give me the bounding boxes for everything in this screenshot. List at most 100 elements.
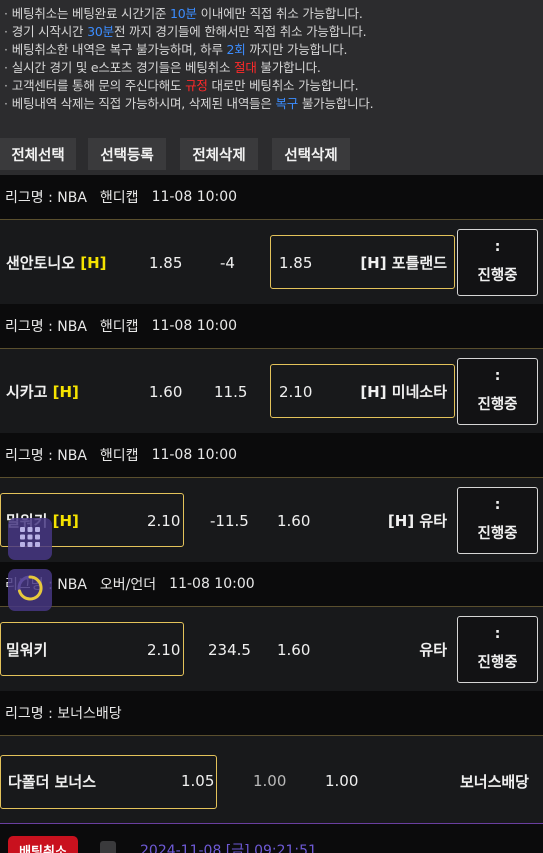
market-type: 핸디캡 <box>99 319 139 335</box>
game-time: 11-08 10:00 <box>151 189 238 205</box>
handicap-line: -4 <box>220 253 235 272</box>
footer-bar: 배팅취소 2024-11-08 [금] 09:21:51 <box>0 823 543 853</box>
away-team[interactable]: [H] 미네소타 <box>360 349 447 434</box>
notice-text: 불가합니다. <box>256 60 321 75</box>
away-odds[interactable]: 1.85 <box>279 220 312 305</box>
home-odds[interactable]: 1.60 <box>149 349 182 434</box>
bet-list: 리그명 : NBA 핸디캡 11-08 10:00 샌안토니오 [H] 1.85… <box>0 175 543 825</box>
bet-datetime: 2024-11-08 [금] 09:21:51 <box>140 843 317 853</box>
notice-text: 실시간 경기 및 e스포츠 경기들은 베팅취소 <box>11 60 235 75</box>
league-name: 리그명 : 보너스배당 <box>5 706 122 722</box>
notice-line: · 베팅취소는 베팅완료 시간기준 10분 이내에만 직접 취소 가능합니다. <box>4 5 543 23</box>
status-button[interactable]: : 진행중 <box>457 229 538 296</box>
notice-text: 이내에만 직접 취소 가능합니다. <box>196 6 363 21</box>
game-time: 11-08 10:00 <box>151 318 238 334</box>
bonus-line: 1.00 <box>253 772 287 790</box>
away-team[interactable]: 유타 <box>419 607 447 692</box>
delete-selected-button[interactable]: 선택삭제 <box>272 138 350 170</box>
bonus-away-odds: 1.00 <box>325 772 359 790</box>
loading-spinner-icon <box>15 573 45 607</box>
status-label: 진행중 <box>477 268 518 284</box>
away-odds[interactable]: 1.60 <box>277 478 310 563</box>
league-name: 리그명 : NBA <box>5 319 87 335</box>
notice-text: 고객센터를 통해 문의 주신다해도 <box>11 78 186 93</box>
status-colon: : <box>494 368 501 384</box>
select-all-button[interactable]: 전체선택 <box>0 138 76 170</box>
game-row: 시카고 [H] 1.60 11.5 2.10 [H] 미네소타 : 진행중 <box>0 348 543 433</box>
home-odds[interactable]: 2.10 <box>147 478 180 563</box>
away-team[interactable]: [H] 유타 <box>388 478 447 563</box>
home-team-name: 밀워키 <box>6 641 48 659</box>
notice-panel: · 베팅취소는 베팅완료 시간기준 10분 이내에만 직접 취소 가능합니다. · 경… <box>0 0 543 175</box>
status-button[interactable]: : 진행중 <box>457 616 538 683</box>
home-odds[interactable]: 1.85 <box>149 220 182 305</box>
notice-list: · 베팅취소는 베팅완료 시간기준 10분 이내에만 직접 취소 가능합니다. · 경… <box>4 5 543 113</box>
bonus-name[interactable]: 다폴더 보너스 <box>8 736 96 826</box>
refresh-button[interactable] <box>8 569 52 611</box>
home-mark: [H] <box>52 382 79 401</box>
select-checkbox[interactable] <box>100 841 116 853</box>
grid-menu-button[interactable] <box>8 518 52 560</box>
game-row-bonus: 다폴더 보너스 1.05 1.00 1.00 보너스배당 <box>0 735 543 825</box>
away-odds[interactable]: 2.10 <box>279 349 312 434</box>
bullet: · <box>4 60 8 75</box>
status-colon: : <box>494 497 501 513</box>
away-odds[interactable]: 1.60 <box>277 607 310 692</box>
highlight-text: 10분 <box>170 6 197 21</box>
register-selected-button[interactable]: 선택등록 <box>88 138 166 170</box>
notice-text: 대로만 베팅취소 가능합니다. <box>207 78 359 93</box>
status-button[interactable]: : 진행중 <box>457 358 538 425</box>
league-header: 리그명 : NBA 핸디캡 11-08 10:00 <box>0 175 543 219</box>
league-name: 리그명 : NBA <box>5 190 87 206</box>
notice-line: · 경기 시작시간 30분전 까지 경기들에 한해서만 직접 취소 가능합니다. <box>4 23 543 41</box>
status-button[interactable]: : 진행중 <box>457 487 538 554</box>
home-team-name: 샌안토니오 <box>6 254 76 272</box>
market-type: 오버/언더 <box>99 577 157 593</box>
status-colon: : <box>494 626 501 642</box>
game-time: 11-08 10:00 <box>151 447 238 463</box>
notice-line: · 베팅취소한 내역은 복구 불가능하며, 하루 2회 까지만 가능합니다. <box>4 41 543 59</box>
status-label: 진행중 <box>477 655 518 671</box>
status-label: 진행중 <box>477 397 518 413</box>
home-odds[interactable]: 2.10 <box>147 607 180 692</box>
highlight-text: 절대 <box>234 60 257 75</box>
game-time: 11-08 10:00 <box>169 576 255 592</box>
home-team[interactable]: 시카고 [H] <box>6 349 79 434</box>
toolbar: 전체선택 선택등록 전체삭제 선택삭제 <box>0 138 350 170</box>
grid-icon <box>18 525 42 553</box>
game-row: 밀워키 2.10 234.5 1.60 유타 : 진행중 <box>0 606 543 691</box>
market-type: 핸디캡 <box>99 190 139 206</box>
league-header: 리그명 : NBA 핸디캡 11-08 10:00 <box>0 433 543 477</box>
notice-line: · 베팅내역 삭제는 직접 가능하시며, 삭제된 내역들은 복구 불가능합니다. <box>4 95 543 113</box>
league-header: 리그명 : 보너스배당 <box>0 691 543 735</box>
home-team[interactable]: 샌안토니오 [H] <box>6 220 107 305</box>
notice-text: 까지만 가능합니다. <box>245 42 348 57</box>
bullet: · <box>4 24 8 39</box>
highlight-text: 복구 <box>275 96 299 111</box>
handicap-line: 11.5 <box>214 382 248 401</box>
away-team[interactable]: [H] 포틀랜드 <box>360 220 447 305</box>
bullet: · <box>4 42 8 57</box>
highlight-text: 규정 <box>185 78 208 93</box>
league-name: 리그명 : NBA <box>5 448 87 464</box>
highlight-text: 30분 <box>87 24 114 39</box>
home-team-name: 시카고 <box>6 383 48 401</box>
bullet: · <box>4 96 8 111</box>
bet-cancel-button[interactable]: 배팅취소 <box>8 836 78 853</box>
market-type: 핸디캡 <box>99 448 139 464</box>
home-mark: [H] <box>52 511 79 530</box>
handicap-line: -11.5 <box>210 511 249 530</box>
notice-text: 베팅취소는 베팅완료 시간기준 <box>11 6 171 21</box>
league-header: 리그명 : NBA 오버/언더 11-08 10:00 <box>0 562 543 606</box>
home-mark: [H] <box>80 253 107 272</box>
notice-text: 베팅내역 삭제는 직접 가능하시며, 삭제된 내역들은 <box>11 96 276 111</box>
bullet: · <box>4 78 8 93</box>
notice-line: · 고객센터를 통해 문의 주신다해도 규정 대로만 베팅취소 가능합니다. <box>4 77 543 95</box>
bonus-odds: 1.05 <box>181 772 215 790</box>
notice-text: 전 까지 경기들에 한해서만 직접 취소 가능합니다. <box>113 24 367 39</box>
delete-all-button[interactable]: 전체삭제 <box>180 138 258 170</box>
home-team[interactable]: 밀워키 <box>6 607 47 692</box>
notice-text: 베팅취소한 내역은 복구 불가능하며, 하루 <box>11 42 227 57</box>
game-row: 밀워키 [H] 2.10 -11.5 1.60 [H] 유타 : 진행중 <box>0 477 543 562</box>
notice-text: 경기 시작시간 <box>11 24 88 39</box>
